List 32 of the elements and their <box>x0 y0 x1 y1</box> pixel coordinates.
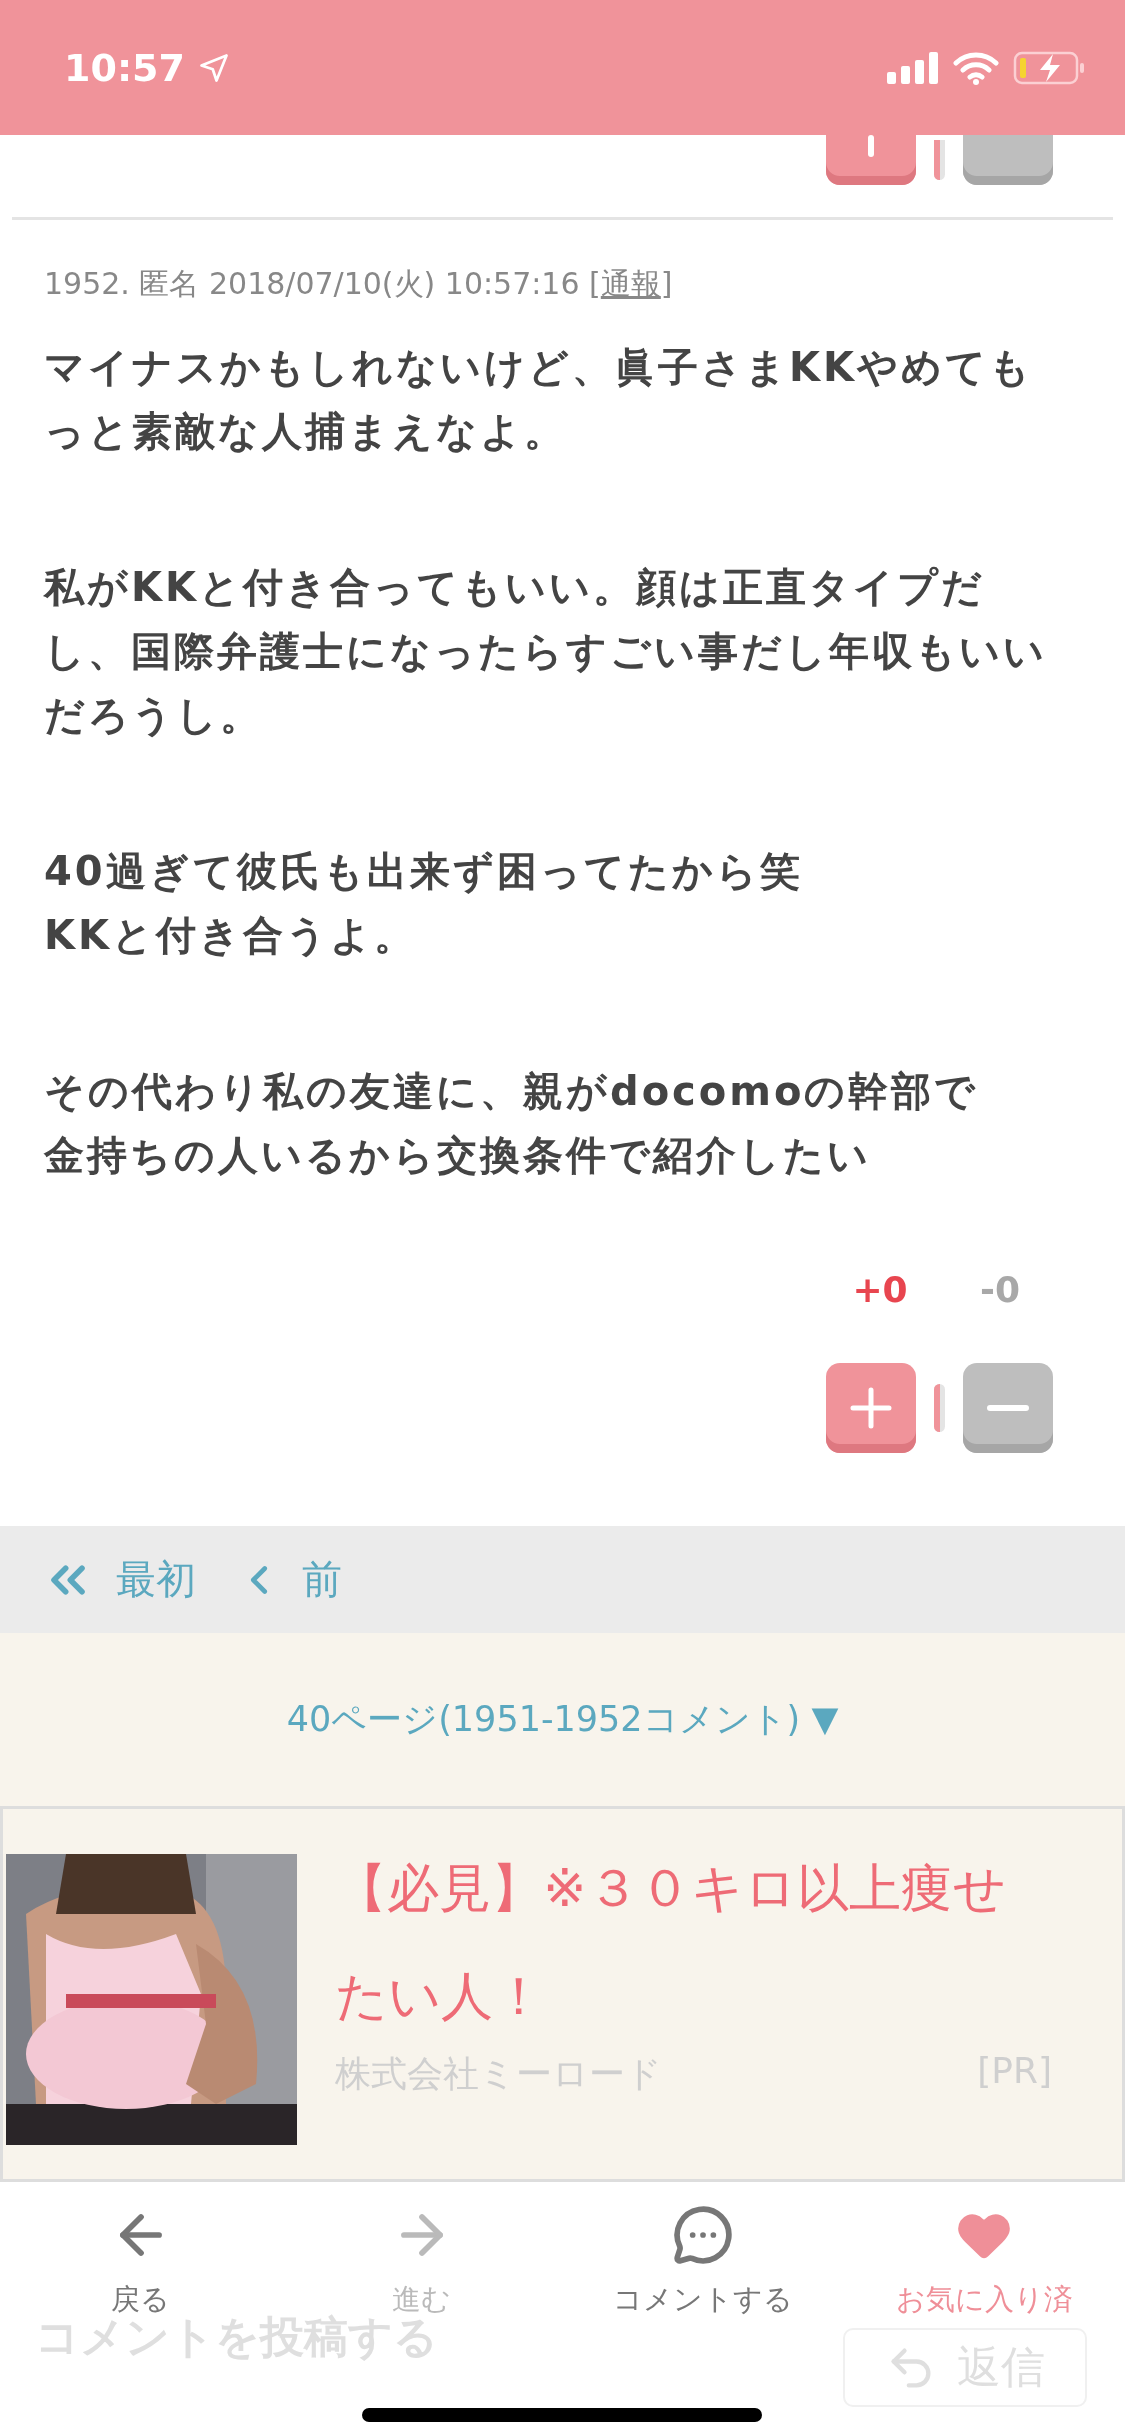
comment-line: し、国際弁護士になったらすごい事だし年収もいい <box>44 627 1048 676</box>
vote-ratio-bar <box>934 140 945 180</box>
comment-line: 私がKKと付き合ってもいい。顔は正直タイプだ <box>44 563 986 612</box>
toolbar-button[interactable]: お気に入り済 <box>843 2204 1125 2324</box>
plus-count: +0 <box>851 1269 909 1310</box>
page-select[interactable]: 40ページ(1951-1952コメント) ▼ <box>286 1696 839 1743</box>
minus-count: -0 <box>979 1269 1021 1310</box>
minus-icon <box>985 1403 1031 1413</box>
toolbar-button[interactable]: コメントする <box>562 2204 844 2324</box>
comment-line: 40過ぎて彼氏も出来ず困ってたから笑 <box>44 847 804 896</box>
comment-line: KKと付き合うよ。 <box>44 911 418 960</box>
vote-ratio-bar <box>934 1384 945 1432</box>
status-time: 10:57 <box>64 45 185 90</box>
pager-link[interactable]: 前 <box>236 1552 342 1607</box>
wifi-icon <box>953 50 999 85</box>
comment-line: その代わり私の友達に、親がdocomoの幹部で <box>44 1067 980 1116</box>
pager-link[interactable]: 最初 <box>40 1551 196 1608</box>
toolbar-button[interactable]: 戻る <box>0 2204 282 2324</box>
report-link[interactable]: 通報 <box>600 266 661 301</box>
location-arrow-icon <box>198 52 229 83</box>
comment-line: だろうし。 <box>44 691 264 740</box>
comment-meta: 1952. 匿名 2018/07/10(火) 10:57:16 [通報] <box>44 265 674 303</box>
plus-vote-button[interactable] <box>826 135 916 185</box>
battery-charging-icon <box>1013 50 1085 85</box>
comment-line: マイナスかもしれないけど、眞子さまKKやめても <box>44 343 1034 392</box>
plus-vote-button[interactable] <box>826 1363 916 1453</box>
comment-line: 金持ちの人いるから交換条件で紹介したい <box>44 1131 872 1180</box>
comment-line: っと素敵な人捕まえなよ。 <box>44 407 568 456</box>
minus-vote-button[interactable] <box>963 1363 1053 1453</box>
ad-title[interactable]: 【必見】※３０キロ以上痩せたい人！ <box>335 1834 1050 2050</box>
speech-bubble-icon <box>672 2204 735 2266</box>
signal-icon <box>887 51 939 84</box>
